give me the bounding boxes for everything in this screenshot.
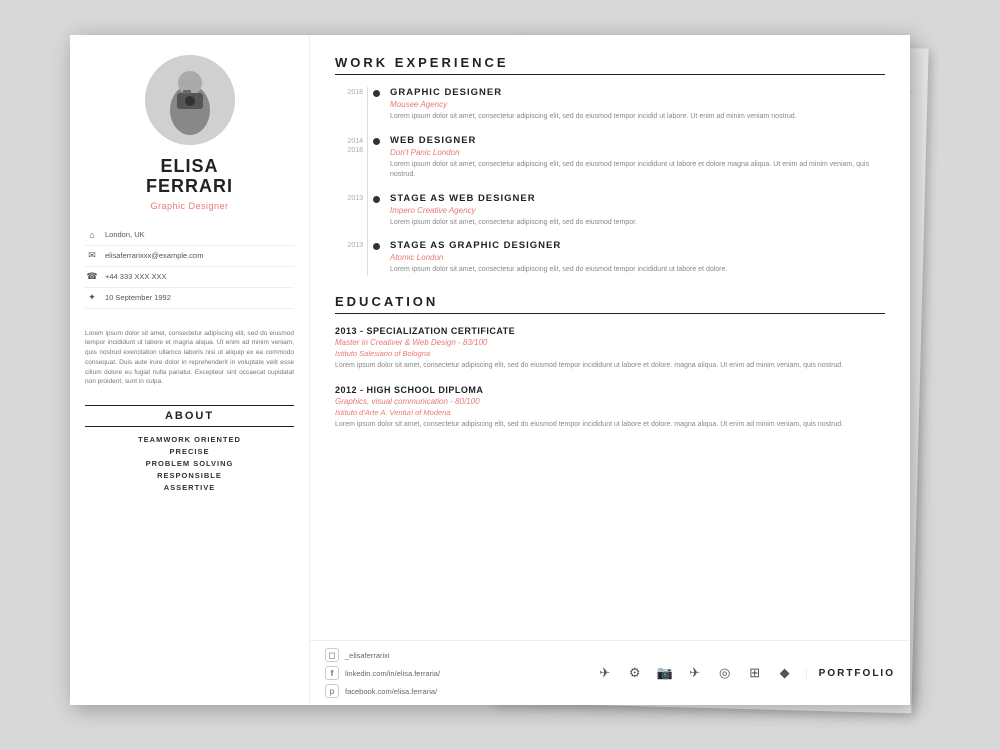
skills-list: TEAMWORK ORIENTED PRECISE PROBLEM SOLVIN… [85, 435, 294, 492]
footer-icon-person: ⚙ [624, 662, 646, 684]
email-icon: ✉ [85, 249, 99, 263]
person-title: Graphic Designer [150, 201, 228, 211]
job-company-2: Don't Panic London [390, 148, 885, 157]
work-item-2: 2014 2018 WEB DESIGNER Don't Panic Londo… [335, 135, 885, 181]
footer-bar: ◻ _elisaferrarixi f linkedin.com/in/elis… [310, 640, 910, 705]
job-company-3: Impero Creative Agency [390, 206, 885, 215]
edu-subtitle-2: Graphics, visual communication - 80/100 [335, 397, 885, 406]
contact-location: ⌂ London, UK [85, 225, 294, 246]
job-title-2: WEB DESIGNER [390, 135, 885, 146]
left-panel: ELISA FERRARI Graphic Designer ⌂ London,… [70, 35, 310, 705]
social-facebook: p facebook.com/elisa.ferraria/ [325, 684, 440, 698]
skill-4: RESPONSIBLE [85, 471, 294, 480]
edu-year-title-2: 2012 - HIGH SCHOOL DIPLOMA [335, 385, 885, 395]
work-item-4: 2013 STAGE AS GRAPHIC DESIGNER Atomic Lo… [335, 240, 885, 276]
timeline-dot-3 [373, 196, 380, 203]
footer-icon-grid: ⊞ [744, 662, 766, 684]
work-timeline: 2018 GRAPHIC DESIGNER Mousee Agency Lore… [335, 87, 885, 276]
job-desc-4: Lorem ipsum dolor sit amet, consectetur … [390, 265, 885, 276]
job-desc-2: Lorem ipsum dolor sit amet, consectetur … [390, 160, 885, 181]
work-experience-title: WORK EXPERIENCE [335, 55, 885, 75]
footer-icon-camera: 📷 [654, 662, 676, 684]
work-content-4: STAGE AS GRAPHIC DESIGNER Atomic London … [390, 240, 885, 276]
contact-email: ✉ elisaferrarixxx@example.com [85, 246, 294, 267]
footer-icon-travel: ✈ [594, 662, 616, 684]
edu-subtitle-1: Master in Creativer & Web Design - 83/10… [335, 338, 885, 347]
job-title-4: STAGE AS GRAPHIC DESIGNER [390, 240, 885, 251]
resume-container: ELISA FERRARI Graphic Designer ⌂ London,… [70, 35, 910, 705]
footer-icon-target: ◎ [714, 662, 736, 684]
footer-icon-plane: ✈ [684, 662, 706, 684]
about-title: ABOUT [85, 405, 294, 427]
timeline-dot-1 [373, 90, 380, 97]
timeline-dot-2 [373, 138, 380, 145]
about-section: ABOUT TEAMWORK ORIENTED PRECISE PROBLEM … [85, 405, 294, 495]
bio-text: Lorem ipsum dolor sit amet, consectetur … [85, 329, 294, 388]
skill-5: ASSERTIVE [85, 483, 294, 492]
work-content-3: STAGE AS WEB DESIGNER Impero Creative Ag… [390, 193, 885, 229]
edu-school-2: Istituto d'Arte A. Venturi of Modena [335, 408, 885, 417]
skill-1: TEAMWORK ORIENTED [85, 435, 294, 444]
work-year-2: 2014 2018 [335, 135, 363, 181]
job-desc-1: Lorem ipsum dolor sit amet, consectetur … [390, 112, 885, 123]
person-name: ELISA FERRARI [146, 157, 233, 197]
footer-icons: ✈ ⚙ 📷 ✈ ◎ ⊞ ◆ [594, 662, 796, 684]
contact-phone: ☎ +44 333 XXX XXX [85, 267, 294, 288]
footer-social: ◻ _elisaferrarixi f linkedin.com/in/elis… [325, 648, 440, 698]
page-wrapper: AND DESIGN - LONDON de omnis iste natus … [70, 35, 930, 715]
edu-item-2: 2012 - HIGH SCHOOL DIPLOMA Graphics, vis… [335, 385, 885, 431]
social-linkedin: f linkedin.com/in/elisa.ferraria/ [325, 666, 440, 680]
footer-portfolio: PORTFOLIO [806, 668, 895, 679]
edu-school-1: Istituto Salesiano of Bologna [335, 349, 885, 358]
facebook-icon: p [325, 684, 339, 698]
education-title: EDUCATION [335, 294, 885, 314]
edu-desc-1: Lorem ipsum dolor sit amet, consectetur … [335, 361, 885, 372]
work-item-3: 2013 STAGE AS WEB DESIGNER Impero Creati… [335, 193, 885, 229]
linkedin-icon: f [325, 666, 339, 680]
work-item-1: 2018 GRAPHIC DESIGNER Mousee Agency Lore… [335, 87, 885, 123]
work-content-1: GRAPHIC DESIGNER Mousee Agency Lorem ips… [390, 87, 885, 123]
job-company-1: Mousee Agency [390, 100, 885, 109]
edu-item-1: 2013 - SPECIALIZATION CERTIFICATE Master… [335, 326, 885, 372]
work-year-1: 2018 [335, 87, 363, 123]
edu-year-title-1: 2013 - SPECIALIZATION CERTIFICATE [335, 326, 885, 336]
phone-icon: ☎ [85, 270, 99, 284]
job-company-4: Atomic London [390, 253, 885, 262]
job-desc-3: Lorem ipsum dolor sit amet, consectetur … [390, 218, 885, 229]
job-title-1: GRAPHIC DESIGNER [390, 87, 885, 98]
social-instagram: ◻ _elisaferrarixi [325, 648, 440, 662]
skill-2: PRECISE [85, 447, 294, 456]
contact-list: ⌂ London, UK ✉ elisaferrarixxx@example.c… [85, 225, 294, 309]
right-panel: WORK EXPERIENCE 2018 GRAPHIC DESIGNER Mo… [310, 35, 910, 705]
avatar [145, 55, 235, 145]
job-title-3: STAGE AS WEB DESIGNER [390, 193, 885, 204]
skill-3: PROBLEM SOLVING [85, 459, 294, 468]
work-year-4: 2013 [335, 240, 363, 276]
work-content-2: WEB DESIGNER Don't Panic London Lorem ip… [390, 135, 885, 181]
dob-icon: ✦ [85, 291, 99, 305]
contact-dob: ✦ 10 September 1992 [85, 288, 294, 309]
instagram-icon: ◻ [325, 648, 339, 662]
location-icon: ⌂ [85, 228, 99, 242]
footer-icon-diamond: ◆ [774, 662, 796, 684]
timeline-dot-4 [373, 243, 380, 250]
edu-desc-2: Lorem ipsum dolor sit amet, consectetur … [335, 420, 885, 431]
work-year-3: 2013 [335, 193, 363, 229]
